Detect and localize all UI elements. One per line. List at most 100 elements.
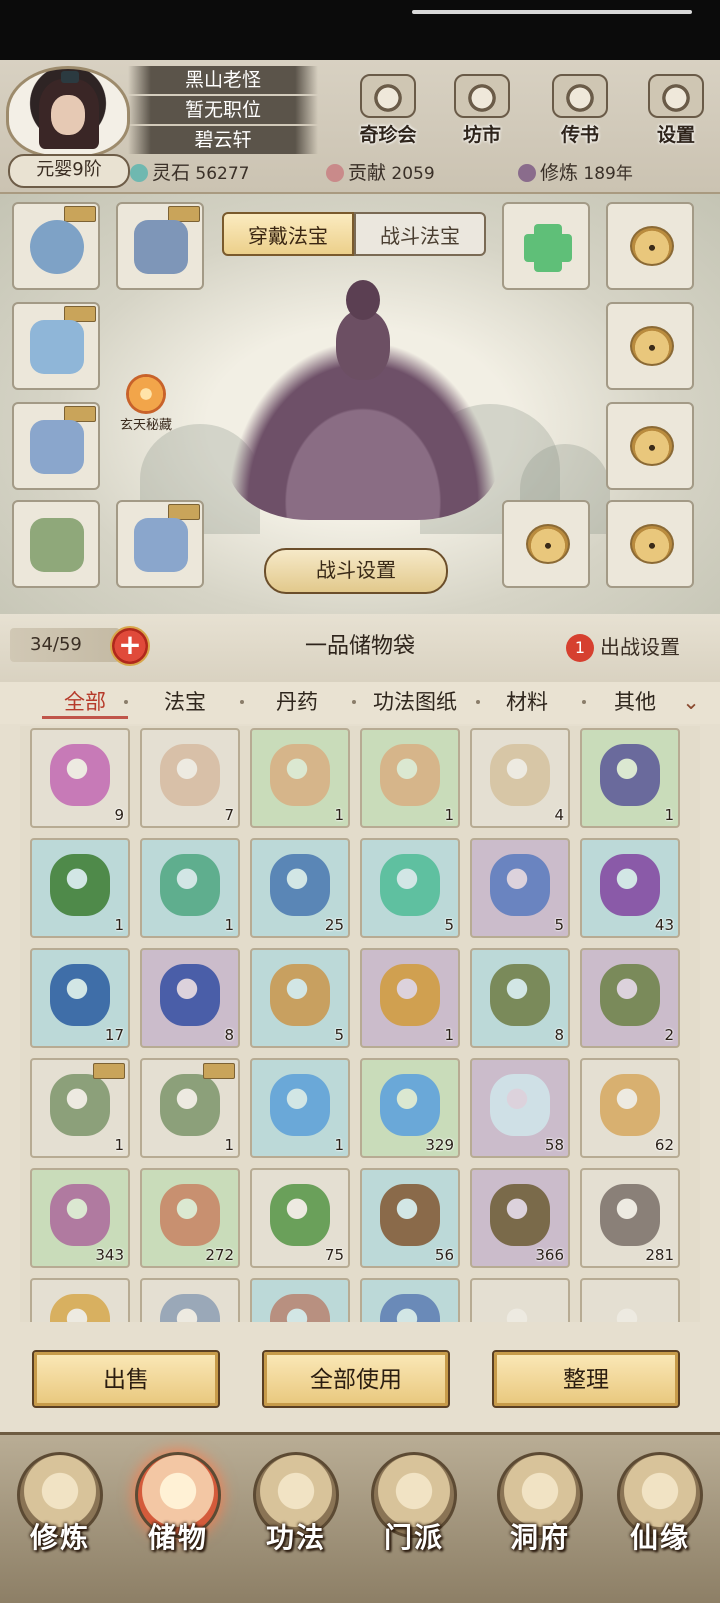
equip-slot-locked[interactable] <box>606 500 694 588</box>
player-avatar[interactable] <box>6 66 130 158</box>
inventory-item[interactable]: 366 <box>470 1168 570 1268</box>
inventory-item[interactable]: 43 <box>580 838 680 938</box>
inventory-item[interactable]: 8 <box>140 948 240 1048</box>
nav-label: 修炼 <box>29 1521 90 1554</box>
equip-slot-robe[interactable] <box>12 302 100 390</box>
equip-slot-locked[interactable] <box>502 500 590 588</box>
item-icon <box>380 854 440 916</box>
item-icon <box>380 964 440 1026</box>
tab-technique-blueprints[interactable]: 功法图纸 <box>360 682 470 722</box>
treasure-hall-label: 奇珍会 <box>359 124 417 146</box>
equip-slot-locked[interactable] <box>606 202 694 290</box>
item-icon <box>160 744 220 806</box>
equip-slot-locked[interactable] <box>606 302 694 390</box>
inventory-item[interactable]: 5 <box>360 838 460 938</box>
item-count: 43 <box>654 916 674 934</box>
inventory-item[interactable]: 62 <box>580 1058 680 1158</box>
tab-battle-treasures[interactable]: 战斗法宝 <box>354 212 486 256</box>
nav-storage[interactable]: 储物 <box>122 1444 234 1594</box>
tab-others[interactable]: 其他 <box>590 682 680 722</box>
nav-cave[interactable]: 洞府 <box>484 1444 596 1594</box>
inventory-item[interactable]: 58 <box>470 1058 570 1158</box>
item-icon <box>600 964 660 1026</box>
item-count: 366 <box>535 1246 564 1264</box>
inventory-item[interactable]: 1 <box>360 728 460 828</box>
equip-slot-locked[interactable] <box>606 402 694 490</box>
item-count: 1 <box>224 1136 234 1154</box>
inventory-item[interactable]: 5 <box>470 838 570 938</box>
sell-button[interactable]: 出售 <box>32 1350 220 1408</box>
item-count: 1 <box>334 1136 344 1154</box>
resource-label: 修炼 <box>540 162 579 184</box>
player-name: 黑山老怪 <box>128 66 318 94</box>
market-button[interactable]: 坊市 <box>442 74 522 148</box>
item-count: 8 <box>554 1026 564 1044</box>
equip-slot-necklace[interactable] <box>12 202 100 290</box>
inventory-item[interactable] <box>580 1278 680 1322</box>
use-all-button[interactable]: 全部使用 <box>262 1350 450 1408</box>
inventory-item[interactable]: 272 <box>140 1168 240 1268</box>
item-count: 2 <box>664 1026 674 1044</box>
plus-icon-bar <box>524 234 572 262</box>
nav-cultivation[interactable]: 修炼 <box>4 1444 116 1594</box>
inventory-item[interactable]: 1 <box>140 838 240 938</box>
tab-materials[interactable]: 材料 <box>482 682 572 722</box>
inventory-item[interactable]: 17 <box>30 948 130 1048</box>
equip-tag-icon <box>203 1063 235 1079</box>
inventory-item[interactable]: 1 <box>360 948 460 1048</box>
inventory-item[interactable] <box>360 1278 460 1322</box>
inventory-item[interactable]: 75 <box>250 1168 350 1268</box>
inventory-item[interactable]: 1 <box>580 728 680 828</box>
lock-icon <box>630 524 674 564</box>
inventory-item[interactable]: 8 <box>470 948 570 1048</box>
nav-skills[interactable]: 功法 <box>240 1444 352 1594</box>
equip-slot-gloves[interactable] <box>12 402 100 490</box>
tab-treasures[interactable]: 法宝 <box>140 682 230 722</box>
equip-slot-add[interactable] <box>502 202 590 290</box>
equip-slot-pants[interactable] <box>12 500 100 588</box>
inventory-item[interactable]: 7 <box>140 728 240 828</box>
nav-sect[interactable]: 门派 <box>358 1444 470 1594</box>
item-icon <box>160 1294 220 1322</box>
inventory-item[interactable]: 1 <box>250 1058 350 1158</box>
inventory-item[interactable]: 2 <box>580 948 680 1048</box>
inventory-item[interactable]: 1 <box>140 1058 240 1158</box>
inventory-item[interactable] <box>30 1278 130 1322</box>
chevron-down-icon[interactable]: ⌄ <box>676 682 706 722</box>
battle-settings-button[interactable]: 战斗设置 <box>264 548 448 594</box>
inventory-item[interactable]: 5 <box>250 948 350 1048</box>
sort-button[interactable]: 整理 <box>492 1350 680 1408</box>
inventory-item[interactable]: 4 <box>470 728 570 828</box>
nav-fate[interactable]: 仙缘 <box>604 1444 716 1594</box>
tab-separator <box>124 700 128 704</box>
item-count: 58 <box>544 1136 564 1154</box>
inventory-item[interactable]: 1 <box>30 1058 130 1158</box>
inventory-item[interactable]: 1 <box>250 728 350 828</box>
equip-slot-boots[interactable] <box>116 500 204 588</box>
item-icon <box>380 1184 440 1246</box>
expand-bag-button[interactable]: + <box>110 626 150 666</box>
scroll-mail-button[interactable]: 传书 <box>540 74 620 148</box>
tab-pills[interactable]: 丹药 <box>252 682 342 722</box>
inventory-item[interactable]: 281 <box>580 1168 680 1268</box>
item-count: 5 <box>444 916 454 934</box>
inventory-item[interactable]: 9 <box>30 728 130 828</box>
settings-button[interactable]: 设置 <box>636 74 716 148</box>
xuantian-treasure-button[interactable]: 玄天秘藏 <box>112 374 180 438</box>
inventory-item[interactable] <box>250 1278 350 1322</box>
inventory-item[interactable] <box>140 1278 240 1322</box>
item-count: 5 <box>554 916 564 934</box>
inventory-item[interactable]: 329 <box>360 1058 460 1158</box>
deploy-settings-button[interactable]: 1 出战设置 <box>566 630 716 664</box>
system-status-bar <box>0 0 720 60</box>
inventory-item[interactable]: 1 <box>30 838 130 938</box>
tab-worn-treasures[interactable]: 穿戴法宝 <box>222 212 354 256</box>
inventory-item[interactable] <box>470 1278 570 1322</box>
inventory-item[interactable]: 25 <box>250 838 350 938</box>
treasure-hall-button[interactable]: 奇珍会 <box>348 74 428 148</box>
inventory-item[interactable]: 343 <box>30 1168 130 1268</box>
item-icon <box>490 1294 550 1322</box>
inventory-item[interactable]: 56 <box>360 1168 460 1268</box>
equip-slot-hat[interactable] <box>116 202 204 290</box>
lock-icon <box>630 226 674 266</box>
